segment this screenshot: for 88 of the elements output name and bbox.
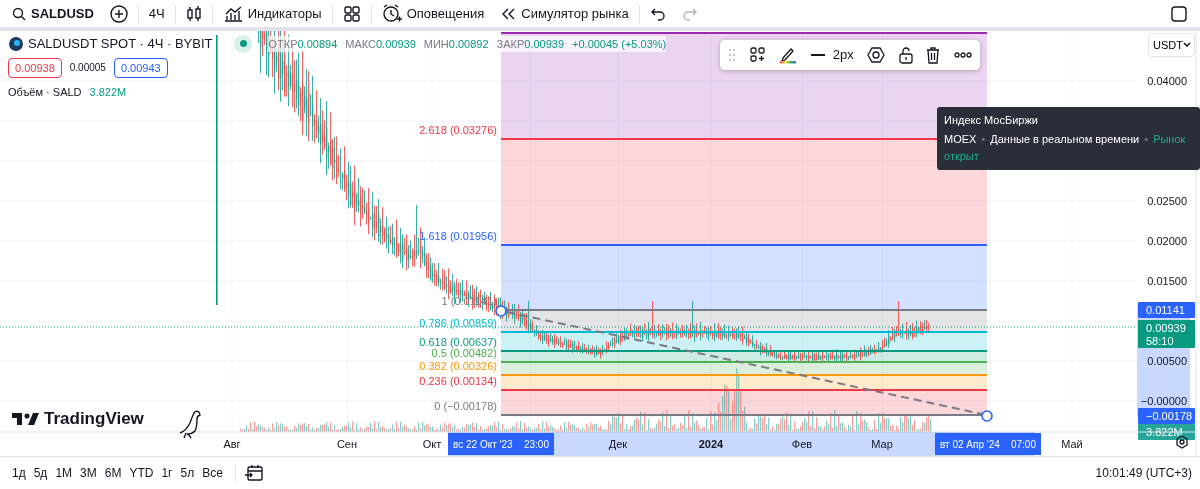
range-button[interactable]: 6М (100, 462, 126, 484)
range-button[interactable]: YTD (125, 462, 158, 484)
range-button[interactable]: 5д (29, 462, 52, 484)
templates-button[interactable] (749, 47, 766, 63)
tooltip-details: MOEX • Данные в реальном времени • Рынок открыт (944, 132, 1187, 164)
time-label: Окт (422, 438, 442, 450)
line-width-button[interactable]: 2px (810, 45, 854, 65)
symbol-title: SALDUSDT SPOT · 4Ч · BYBIT (28, 35, 213, 53)
go-to-date-button[interactable] (243, 464, 264, 482)
fib-level-label: 2.618 (0.03276) (419, 124, 497, 136)
time-label: Май (1061, 438, 1083, 450)
ohlc-key: ОТКР (268, 35, 298, 52)
ohlc-value: 0.00939 (524, 36, 565, 52)
fib-level-label: 0.236 (0.00134) (419, 375, 497, 387)
logo-mark-icon (12, 411, 40, 426)
search-icon (12, 6, 26, 21)
price-label: 0.01500 (1147, 275, 1187, 287)
fib-level-label: 0.382 (0.00326) (419, 360, 497, 372)
price-label: 0.02500 (1147, 195, 1187, 207)
coin-logo-icon (8, 35, 24, 52)
ohlc-key: МАКС (345, 35, 376, 52)
spread-value: 0.00005 (69, 61, 106, 76)
undo-icon (649, 6, 666, 21)
delete-button[interactable] (926, 46, 941, 64)
alerts-button[interactable]: Оповещения (375, 1, 491, 26)
chart-bars-icon (222, 4, 243, 23)
clock: 10:01:49 (UTC+3) (1095, 465, 1192, 482)
range-button[interactable]: 1М (51, 462, 77, 484)
rewind-icon (500, 6, 517, 21)
time-label: Фев (791, 438, 813, 450)
ohlc-value: 0.00892 (448, 36, 489, 52)
fib-level-label: 0.5 (0.00482) (431, 347, 497, 359)
drag-handle[interactable] (981, 410, 993, 422)
tooltip-title: Индекс МосБиржи (944, 113, 1039, 128)
volume-label: Объём · SALD (8, 85, 82, 100)
price-label: 0.00500 (1147, 355, 1187, 367)
lock-button[interactable] (898, 46, 913, 64)
drag-handle-icon (728, 48, 736, 62)
settings-button[interactable] (867, 46, 886, 64)
interval-button[interactable]: 4Ч (142, 1, 171, 26)
replay-button[interactable]: Симулятор рынка (494, 1, 635, 26)
price-label: 0.04000 (1147, 75, 1187, 87)
settings-icon[interactable] (1176, 435, 1188, 449)
grid-icon (342, 4, 361, 23)
currency-dropdown[interactable]: USDT (1148, 33, 1195, 57)
fib-level-label: 0 (−0.00178) (434, 400, 497, 412)
redo-icon (681, 6, 698, 21)
chevron-down-icon (1182, 42, 1191, 48)
volume-value: 3.822M (89, 85, 127, 100)
time-label: 2024 (698, 438, 724, 450)
range-button[interactable]: 1д (8, 462, 30, 484)
more-button[interactable] (953, 52, 972, 58)
drag-handle[interactable] (495, 305, 507, 317)
price-badge: −0.00178 (1138, 408, 1195, 424)
trend-line[interactable] (506, 311, 983, 415)
price-badge: 0.01141 (1138, 302, 1195, 318)
price-change: +0.00045 (+5.03%) (572, 36, 667, 52)
ohlc-value: 0.00939 (376, 36, 416, 52)
price-label: −0.00000 (1140, 395, 1187, 407)
time-label: Авг (223, 438, 241, 450)
ohlc-key: МИН (423, 35, 449, 52)
logo: TradingView (12, 406, 144, 432)
calendar-icon (243, 464, 264, 482)
time-label: Мар (871, 438, 893, 450)
time-label: Сен (336, 438, 358, 450)
ohlc-value: 0.00894 (297, 36, 338, 52)
sell-price-button[interactable]: 0.00938 (8, 57, 62, 78)
plus-circle-icon (109, 4, 128, 23)
fib-level-label: 0.618 (0.00637) (419, 336, 497, 348)
alarm-clock-icon (381, 3, 402, 24)
time-label: Дек (608, 438, 628, 450)
square-icon (1170, 4, 1188, 23)
market-status-icon (234, 34, 253, 53)
color-button[interactable] (779, 46, 798, 64)
ohlc-key: ЗАКР (496, 35, 525, 52)
range-button[interactable]: Все (198, 462, 227, 484)
date-marker: вт 02 Апр '24 07:00 (935, 433, 1041, 455)
price-badge: 0.00939 58:10 (1138, 320, 1195, 348)
buy-price-button[interactable]: 0.00943 (113, 57, 168, 78)
symbol-search-button[interactable]: SALDUSD (6, 1, 100, 26)
date-marker: вс 22 Окт '23 23:00 (448, 433, 554, 455)
range-button[interactable]: 3М (76, 462, 101, 484)
indicators-button[interactable]: Индикаторы (216, 1, 328, 26)
fib-level-label: 0.786 (0.00859) (419, 317, 497, 329)
candlestick-icon (185, 4, 202, 23)
price-label: 0.02000 (1147, 235, 1187, 247)
range-button[interactable]: 1г (157, 462, 177, 484)
range-button[interactable]: 5л (176, 462, 199, 484)
